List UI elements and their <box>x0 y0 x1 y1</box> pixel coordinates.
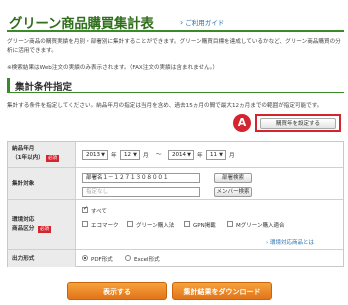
category-label-cell: 環境対応 商品区分 必須 <box>8 200 76 249</box>
excel-radio[interactable] <box>125 255 131 261</box>
set-period-button[interactable]: 購買年を設定する <box>260 118 336 129</box>
output-label-cell: 出力形式 <box>8 250 76 267</box>
category-row: 環境対応 商品区分 必須 すべて エコマーク グリーン購入法 GPN掲載 Mグリ… <box>8 200 343 250</box>
page-header: グリーン商品購買集計表 › ご利用ガイド <box>7 6 344 32</box>
department-search-button[interactable]: 部署検索 <box>214 173 252 183</box>
section-title: 集計条件指定 <box>15 82 73 93</box>
eco-product-help-label[interactable]: 環境対応商品とは <box>270 240 314 246</box>
display-button[interactable]: 表示する <box>67 282 167 300</box>
member-field[interactable]: 指定なし <box>82 187 200 197</box>
to-month-select[interactable]: 11 ▼ <box>206 150 226 160</box>
category-label-line1: 環境対応 <box>12 217 35 223</box>
from-month-value: 12 <box>124 152 131 158</box>
callout-marker: A <box>233 114 251 132</box>
month-unit: 月 <box>143 153 149 159</box>
year-unit: 年 <box>111 153 117 159</box>
dropdown-arrow-icon: ▼ <box>219 152 223 158</box>
period-label: 納品年月 <box>12 146 35 152</box>
gpn-label: GPN掲載 <box>193 223 216 229</box>
from-year-value: 2013 <box>86 152 100 158</box>
green-purchase-law-label: グリーン購入法 <box>136 223 175 229</box>
dropdown-arrow-icon: ▼ <box>187 152 191 158</box>
all-checkbox-label: すべて <box>91 209 107 215</box>
year-unit: 年 <box>197 153 203 159</box>
period-row: 納品年月 （1年以内） 必須 2013 ▼ 年 12 ▼ 月 ～ 2014 ▼ 年 1… <box>8 142 343 168</box>
eco-product-help-link[interactable]: › 環境対応商品とは <box>266 238 314 246</box>
excel-radio-label: Excel形式 <box>134 257 160 263</box>
category-label-line2: 商品区分 <box>12 226 35 232</box>
period-sublabel: （1年以内） <box>12 155 44 161</box>
guide-link[interactable]: › ご利用ガイド <box>180 17 224 27</box>
green-purchase-law-checkbox[interactable] <box>127 221 133 227</box>
all-checkbox[interactable] <box>82 205 88 213</box>
required-badge: 必須 <box>38 226 51 233</box>
to-year-select[interactable]: 2014 ▼ <box>168 150 194 160</box>
to-month-value: 11 <box>210 152 217 158</box>
callout-highlight: 購買年を設定する <box>255 114 341 132</box>
gpn-checkbox[interactable] <box>184 221 190 227</box>
chevron-right-icon: › <box>180 18 184 27</box>
guide-link-label[interactable]: ご利用ガイド <box>185 19 224 27</box>
to-year-value: 2014 <box>172 152 186 158</box>
month-unit: 月 <box>229 153 235 159</box>
dropdown-arrow-icon: ▼ <box>101 152 105 158</box>
from-year-select[interactable]: 2013 ▼ <box>82 150 108 160</box>
output-row: 出力形式 PDF形式 Excel形式 <box>8 250 343 267</box>
page-title: グリーン商品購買集計表 <box>9 16 154 32</box>
target-row: 集計対象 部署名１－１２７１３０８００１ 部署検索 指定なし メンバー検索 <box>8 168 343 200</box>
pdf-radio[interactable] <box>82 255 88 261</box>
range-separator: ～ <box>156 152 162 158</box>
ecomark-label: エコマーク <box>91 223 119 229</box>
section-heading: 集計条件指定 <box>7 78 344 93</box>
criteria-form: 納品年月 （1年以内） 必須 2013 ▼ 年 12 ▼ 月 ～ 2014 ▼ 年 1… <box>7 141 344 267</box>
target-label-cell: 集計対象 <box>8 168 76 199</box>
dropdown-arrow-icon: ▼ <box>133 152 137 158</box>
output-label: 出力形式 <box>12 256 35 262</box>
department-field[interactable]: 部署名１－１２７１３０８００１ <box>82 173 200 183</box>
instruction-text: 集計する条件を指定してください。納品年月の指定は当月を含め、過去15ヵ月の間で最… <box>7 103 323 109</box>
member-search-button[interactable]: メンバー検索 <box>214 187 252 197</box>
target-label: 集計対象 <box>12 181 35 187</box>
ecomark-checkbox[interactable] <box>82 221 88 227</box>
required-badge: 必須 <box>46 155 59 162</box>
note-text: ※検索結果はWeb注文の実績のみ表示されます。（FAX注文の実績は含まれません。… <box>7 65 219 71</box>
pdf-radio-label: PDF形式 <box>91 257 113 263</box>
intro-text: グリーン商品の購買実績を月別・部署別に集計することができます。グリーン購買目標を… <box>7 39 341 54</box>
download-button[interactable]: 集計結果をダウンロード <box>172 282 272 300</box>
chevron-right-icon: › <box>266 240 269 246</box>
m-green-label: Mグリーン購入適合 <box>236 223 285 229</box>
m-green-checkbox[interactable] <box>227 221 233 227</box>
from-month-select[interactable]: 12 ▼ <box>120 150 140 160</box>
period-label-cell: 納品年月 （1年以内） 必須 <box>8 142 76 167</box>
